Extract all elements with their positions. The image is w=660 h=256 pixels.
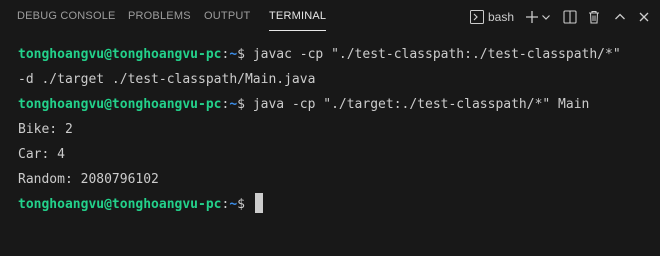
tab-terminal-label: TERMINAL (269, 10, 327, 22)
terminal-panel: DEBUG CONSOLE PROBLEMS OUTPUT TERMINAL b… (0, 0, 660, 256)
close-icon (638, 11, 650, 23)
new-terminal-button[interactable] (524, 8, 540, 26)
prompt-user-host: tonghoangvu@tonghoangvu-pc (18, 47, 222, 62)
prompt-dollar: $ (237, 47, 253, 62)
tab-output[interactable]: OUTPUT (204, 10, 250, 22)
trash-icon (587, 10, 601, 24)
terminal-output[interactable]: tonghoangvu@tonghoangvu-pc:~$ javac -cp … (18, 42, 654, 217)
terminal-line: tonghoangvu@tonghoangvu-pc:~$ javac -cp … (18, 42, 654, 67)
terminal-icon (470, 10, 484, 24)
split-terminal-button[interactable] (562, 8, 578, 26)
terminal-line: tonghoangvu@tonghoangvu-pc:~$ java -cp "… (18, 92, 654, 117)
close-panel-button[interactable] (636, 8, 652, 26)
terminal-line: Random: 2080796102 (18, 167, 654, 192)
tab-debug-console[interactable]: DEBUG CONSOLE (17, 10, 116, 22)
command-text: java -cp "./target:./test-classpath/*" M… (252, 97, 590, 112)
prompt-user-host: tonghoangvu@tonghoangvu-pc (18, 197, 222, 212)
terminal-line: tonghoangvu@tonghoangvu-pc:~$ (18, 192, 654, 217)
kill-terminal-button[interactable] (586, 8, 602, 26)
tab-problems[interactable]: PROBLEMS (128, 10, 191, 22)
command-continuation: -d ./target ./test-classpath/Main.java (18, 72, 316, 87)
panel-tab-bar: DEBUG CONSOLE PROBLEMS OUTPUT TERMINAL b… (0, 0, 660, 35)
prompt-user-host: tonghoangvu@tonghoangvu-pc (18, 97, 222, 112)
prompt-path: ~ (229, 197, 238, 212)
plus-icon (525, 10, 539, 24)
tab-terminal[interactable]: TERMINAL (269, 10, 327, 31)
command-text: javac -cp "./test-classpath:./test-class… (252, 47, 621, 62)
terminal-line: Bike: 2 (18, 117, 654, 142)
output-text: Bike: 2 (18, 122, 73, 137)
prompt-path: ~ (229, 47, 238, 62)
chevron-up-icon (614, 11, 626, 23)
prompt-dollar: $ (237, 97, 253, 112)
output-text: Car: 4 (18, 147, 65, 162)
prompt-dollar: $ (237, 197, 253, 212)
prompt-path: ~ (229, 97, 238, 112)
terminal-line: -d ./target ./test-classpath/Main.java (18, 67, 654, 92)
active-tab-indicator (269, 30, 327, 31)
maximize-panel-button[interactable] (612, 8, 628, 26)
chevron-down-icon (541, 12, 551, 22)
shell-selector[interactable]: bash (470, 8, 516, 26)
output-text: Random: 2080796102 (18, 172, 159, 187)
shell-name: bash (488, 10, 515, 24)
terminal-cursor (254, 193, 263, 213)
split-editor-icon (563, 10, 577, 24)
terminal-line: Car: 4 (18, 142, 654, 167)
terminal-dropdown-button[interactable] (540, 8, 552, 26)
